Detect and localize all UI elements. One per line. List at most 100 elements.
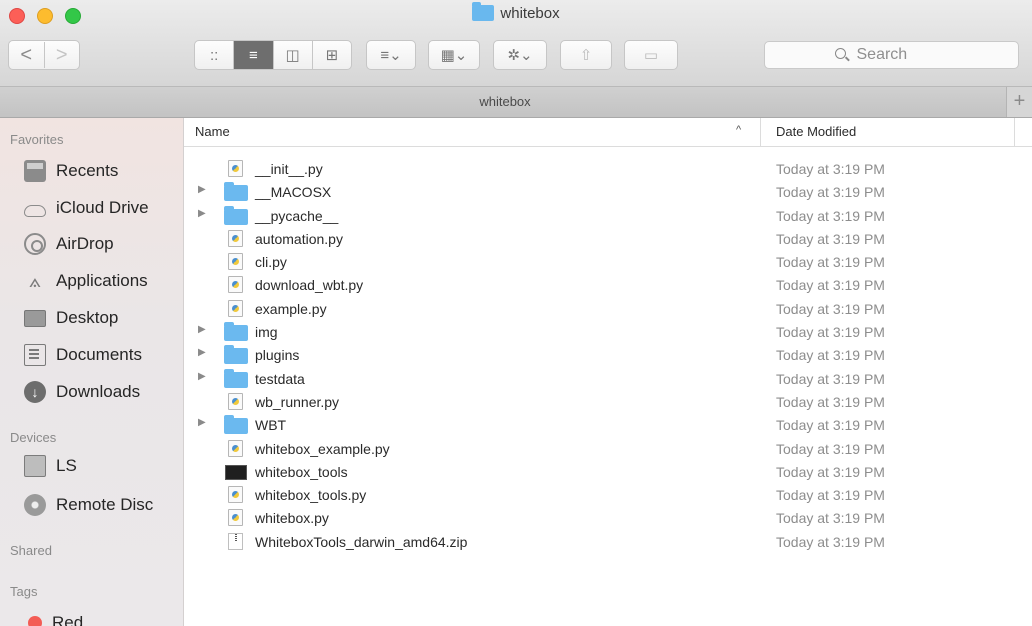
file-name: __MACOSX <box>255 184 332 201</box>
file-date-modified: Today at 3:19 PM <box>776 487 885 504</box>
folder-icon <box>224 415 248 435</box>
sidebar-item-desktop[interactable]: Desktop <box>24 303 118 333</box>
column-divider[interactable] <box>760 118 761 146</box>
python-file-icon <box>228 253 243 271</box>
finder-window: whitebox < > :: ≡ ◫ ⊞ ≡⌄ ▦⌄ ✲⌄ ⇧ ▭ white… <box>0 0 1032 626</box>
disclosure-triangle-icon[interactable]: ▶ <box>198 347 206 358</box>
file-date-modified: Today at 3:19 PM <box>776 463 885 480</box>
disclosure-triangle-icon[interactable]: ▶ <box>198 184 206 195</box>
file-name: cli.py <box>255 254 287 271</box>
sidebar-item-label: Desktop <box>56 308 119 327</box>
window-title: whitebox <box>0 2 1032 22</box>
add-tab-button[interactable]: + <box>1006 87 1032 117</box>
file-row[interactable]: WhiteboxTools_darwin_amd64.zip Today at 3… <box>184 531 1032 554</box>
search-input[interactable] <box>854 45 949 65</box>
file-date-modified: Today at 3:19 PM <box>776 277 885 294</box>
file-name: plugins <box>255 347 300 364</box>
file-date-modified: Today at 3:19 PM <box>776 370 885 387</box>
sidebar-item-label: AirDrop <box>56 234 114 253</box>
sort-ascending-icon: ^ <box>736 124 742 136</box>
file-row[interactable]: example.py Today at 3:19 PM <box>184 298 1032 321</box>
file-name: example.py <box>255 300 327 317</box>
file-row[interactable]: __init__.py Today at 3:19 PM <box>184 158 1032 181</box>
sidebar-heading-devices: Devices <box>10 430 57 445</box>
file-row[interactable]: ▶ plugins Today at 3:19 PM <box>184 344 1032 367</box>
tab-whitebox[interactable]: whitebox <box>0 94 1010 109</box>
disclosure-triangle-icon[interactable]: ▶ <box>198 208 206 219</box>
folder-icon <box>224 182 248 202</box>
forward-button[interactable]: > <box>43 42 80 68</box>
tab-bar: whitebox + <box>0 87 1032 118</box>
file-name: whitebox_example.py <box>255 440 390 457</box>
sidebar: Favorites Recents iCloud Drive AirDrop ⟑… <box>0 118 184 626</box>
executable-icon <box>225 464 247 480</box>
share-button[interactable]: ⇧ <box>560 40 612 70</box>
sidebar-item-label: Downloads <box>56 382 141 401</box>
arrange-button[interactable]: ≡⌄ <box>366 40 416 70</box>
sidebar-item-downloads[interactable]: Downloads <box>24 377 140 407</box>
sidebar-item-ls[interactable]: LS <box>24 451 77 481</box>
file-name: whitebox_tools <box>255 463 348 480</box>
python-file-icon <box>228 229 243 247</box>
file-row[interactable]: ▶ testdata Today at 3:19 PM <box>184 368 1032 391</box>
title-bar: whitebox < > :: ≡ ◫ ⊞ ≡⌄ ▦⌄ ✲⌄ ⇧ ▭ <box>0 0 1032 87</box>
sidebar-item-label: Recents <box>56 161 119 180</box>
file-row[interactable]: whitebox_example.py Today at 3:19 PM <box>184 438 1032 461</box>
file-date-modified: Today at 3:19 PM <box>776 161 885 177</box>
cloud-icon <box>24 205 46 217</box>
file-name: download_wbt.py <box>255 277 364 294</box>
file-row[interactable]: automation.py Today at 3:19 PM <box>184 228 1032 251</box>
file-date-modified: Today at 3:19 PM <box>776 184 885 201</box>
disclosure-triangle-icon[interactable]: ▶ <box>198 371 206 382</box>
file-name: WBT <box>255 417 287 434</box>
date-modified-column-header[interactable]: Date Modified <box>776 124 856 139</box>
file-row[interactable]: ▶ WBT Today at 3:19 PM <box>184 414 1032 437</box>
cover-flow-button[interactable]: ⊞ <box>311 41 351 69</box>
sidebar-item-icloud-drive[interactable]: iCloud Drive <box>24 193 149 223</box>
tag-button[interactable]: ▭ <box>624 40 678 70</box>
sidebar-item-label: Red <box>52 613 84 626</box>
file-row[interactable]: whitebox.py Today at 3:19 PM <box>184 507 1032 530</box>
file-row[interactable]: ▶ __MACOSX Today at 3:19 PM <box>184 181 1032 204</box>
icon-view-button[interactable]: :: <box>195 41 233 69</box>
action-gear-button[interactable]: ✲⌄ <box>493 40 547 70</box>
window-title-text: whitebox <box>500 5 560 22</box>
red-tag-icon <box>28 616 42 626</box>
file-date-modified: Today at 3:19 PM <box>776 533 885 550</box>
search-field[interactable] <box>764 41 1019 69</box>
python-file-icon <box>228 439 243 457</box>
column-divider[interactable] <box>1014 118 1015 146</box>
file-name: automation.py <box>255 230 343 247</box>
search-icon <box>834 48 849 62</box>
folder-icon <box>224 205 248 225</box>
python-file-icon <box>228 486 243 504</box>
file-date-modified: Today at 3:19 PM <box>776 440 885 457</box>
disclosure-triangle-icon[interactable]: ▶ <box>198 324 206 335</box>
python-file-icon <box>228 160 243 177</box>
file-row[interactable]: whitebox_tools Today at 3:19 PM <box>184 461 1032 484</box>
disclosure-triangle-icon[interactable]: ▶ <box>198 417 206 428</box>
sidebar-item-airdrop[interactable]: AirDrop <box>24 229 114 259</box>
file-date-modified: Today at 3:19 PM <box>776 300 885 317</box>
name-column-header[interactable]: Name <box>195 124 230 139</box>
file-row[interactable]: whitebox_tools.py Today at 3:19 PM <box>184 484 1032 507</box>
file-name: __pycache__ <box>255 207 339 224</box>
folder-icon <box>224 322 248 342</box>
file-row[interactable]: ▶ img Today at 3:19 PM <box>184 321 1032 344</box>
file-row[interactable]: cli.py Today at 3:19 PM <box>184 251 1032 274</box>
sidebar-item-applications[interactable]: ⟑ Applications <box>24 266 148 296</box>
downloads-icon <box>24 381 46 403</box>
sidebar-item-documents[interactable]: Documents <box>24 340 142 370</box>
sidebar-item-tag-red[interactable]: Red <box>24 608 83 626</box>
list-view-button[interactable]: ≡ <box>233 41 273 69</box>
sidebar-item-recents[interactable]: Recents <box>24 156 118 186</box>
group-button[interactable]: ▦⌄ <box>428 40 480 70</box>
file-row[interactable]: download_wbt.py Today at 3:19 PM <box>184 274 1032 297</box>
sidebar-item-remote-disc[interactable]: Remote Disc <box>24 490 153 520</box>
file-name: testdata <box>255 370 305 387</box>
file-row[interactable]: wb_runner.py Today at 3:19 PM <box>184 391 1032 414</box>
column-view-button[interactable]: ◫ <box>272 41 312 69</box>
file-row[interactable]: ▶ __pycache__ Today at 3:19 PM <box>184 205 1032 228</box>
back-button[interactable]: < <box>9 42 44 68</box>
file-list: __init__.py Today at 3:19 PM ▶ __MACOSX Toda… <box>184 158 1032 554</box>
